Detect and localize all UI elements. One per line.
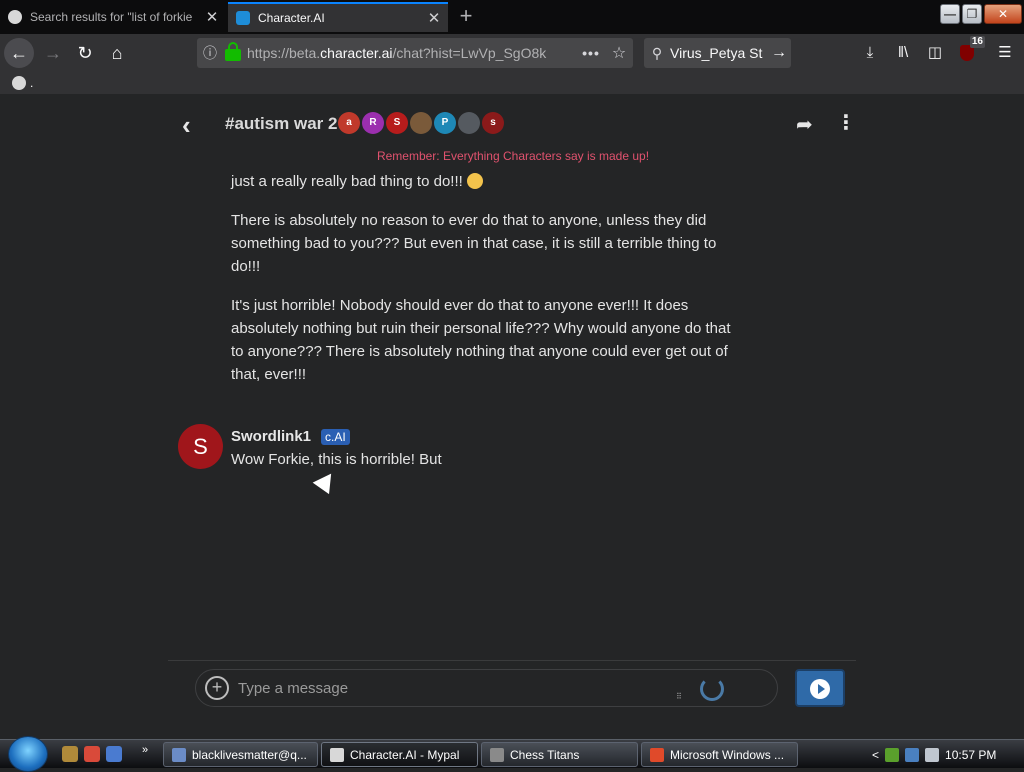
taskbar: » blacklivesmatter@q... Character.AI - M… [0,736,1024,772]
participant-avatar[interactable] [410,112,432,134]
page-actions-icon[interactable]: ••• [577,45,605,61]
resize-grip-icon[interactable]: ⠿ [676,692,682,701]
participant-avatar[interactable]: s [482,112,504,134]
character-badge: c.AI [321,429,350,445]
send-button[interactable] [795,669,845,707]
share-icon[interactable]: ➦ [796,112,813,137]
blocked-count-badge: 16 [969,36,985,48]
disclaimer-text: Remember: Everything Characters say is m… [376,149,650,163]
app-icon[interactable] [84,746,100,762]
tab-favicon [8,10,22,24]
taskbar-item[interactable]: Character.AI - Mypal [321,742,478,767]
downloads-icon[interactable]: ⤓ [855,38,885,68]
avatar[interactable]: S [178,424,223,469]
participant-avatar[interactable]: P [434,112,456,134]
close-icon[interactable]: ✕ [426,9,442,27]
tab-search-results[interactable]: Search results for "list of forkie ✕ [0,2,226,32]
home-button[interactable]: ⌂ [102,38,132,68]
taskbar-item[interactable]: Microsoft Windows ... [641,742,798,767]
close-window-button[interactable]: ✕ [984,4,1022,24]
close-icon[interactable]: ✕ [204,8,220,26]
info-icon[interactable]: ⓘ [197,43,223,63]
search-input[interactable]: Virus_Petya St [670,45,767,61]
message-paragraph: It's just horrible! Nobody should ever d… [231,297,731,383]
clock[interactable]: 10:57 PM [945,748,996,762]
bookmarks-toolbar: . [0,72,1024,94]
search-bar[interactable]: ⚲ Virus_Petya St → [644,38,791,68]
browser-tab-strip: Search results for "list of forkie ✕ Cha… [0,0,1024,34]
navigation-bar: ← → ↻ ⌂ ⓘ https://beta.character.ai/chat… [0,34,1024,72]
url-text[interactable]: https://beta.character.ai/chat?hist=LwVp… [247,45,577,61]
message-paragraph: There is absolutely no reason to ever do… [231,212,717,275]
chat-page: ‹ #autism war 2 aRSPs ➦ ⋮ Remember: Ever… [0,94,1024,739]
message-input[interactable] [238,676,658,700]
network-icon[interactable] [905,747,920,762]
task-icon [650,747,664,762]
quick-launch [62,746,122,762]
bookmark-favicon[interactable] [12,76,26,90]
previous-message: just a really really bad thing to do!!! … [231,170,741,402]
restore-button[interactable]: ❐ [962,4,982,24]
bookmark-star-icon[interactable]: ☆ [605,43,633,63]
search-go-icon[interactable]: → [767,44,791,62]
send-icon [810,679,830,699]
menu-icon[interactable]: ☰ [990,38,1020,68]
volume-icon[interactable] [925,747,940,762]
divider [168,660,856,661]
search-icon: ⚲ [651,44,663,61]
task-icon [330,747,344,762]
gimp-icon[interactable] [62,746,78,762]
reload-button[interactable]: ↻ [70,38,100,68]
show-desktop-icon[interactable] [106,746,122,762]
chevron-right-icon[interactable]: » [142,744,148,756]
tab-character-ai[interactable]: Character.AI ✕ [228,2,448,32]
library-icon[interactable]: ‖\ [888,38,918,68]
author-name[interactable]: Swordlink1 [231,428,311,445]
sidebar-icon[interactable]: ◫ [920,38,950,68]
ublock-icon[interactable]: 16 [952,36,985,68]
tray-expand-icon[interactable]: < [872,748,879,762]
participant-avatar[interactable]: a [338,112,360,134]
message-text: Wow Forkie, this is horrible! But [231,451,442,468]
more-options-icon[interactable]: ⋮ [836,110,856,135]
tray-app-icon[interactable] [885,747,900,762]
add-icon[interactable]: + [205,676,229,700]
task-icon [490,747,504,762]
participant-avatar[interactable] [458,112,480,134]
url-bar[interactable]: ⓘ https://beta.character.ai/chat?hist=Lw… [197,38,633,68]
new-tab-button[interactable]: + [452,4,480,30]
task-icon [172,747,186,762]
crying-emoji-icon [466,173,483,189]
minimize-button[interactable]: — [940,4,960,24]
lock-icon[interactable] [225,42,241,61]
back-button[interactable]: ← [4,38,34,68]
message-composer: + ⠿ [195,669,778,707]
chat-title: #autism war 2 [225,114,338,133]
participant-avatar[interactable]: R [362,112,384,134]
forward-button[interactable]: → [38,38,68,68]
system-tray: < 10:57 PM [872,742,996,767]
bookmark-label[interactable]: . [30,76,33,90]
mouse-cursor-icon [312,467,340,495]
tab-favicon [236,11,250,25]
message-paragraph: just a really really bad thing to do!!! [231,170,741,193]
window-controls: — ❐ ✕ [940,4,1022,24]
taskbar-item[interactable]: blacklivesmatter@q... [163,742,318,767]
taskbar-item[interactable]: Chess Titans [481,742,638,767]
chevron-left-icon[interactable]: ‹ [182,110,191,141]
chat-header: ‹ #autism war 2 aRS Ps ➦ ⋮ [170,94,856,154]
loading-spinner-icon [700,677,724,701]
tab-title: Search results for "list of forkie [30,10,193,24]
start-button[interactable] [8,736,48,772]
participant-avatar[interactable]: S [386,112,408,134]
tab-title: Character.AI [258,11,325,25]
participant-avatars: aRS Ps [338,112,504,134]
